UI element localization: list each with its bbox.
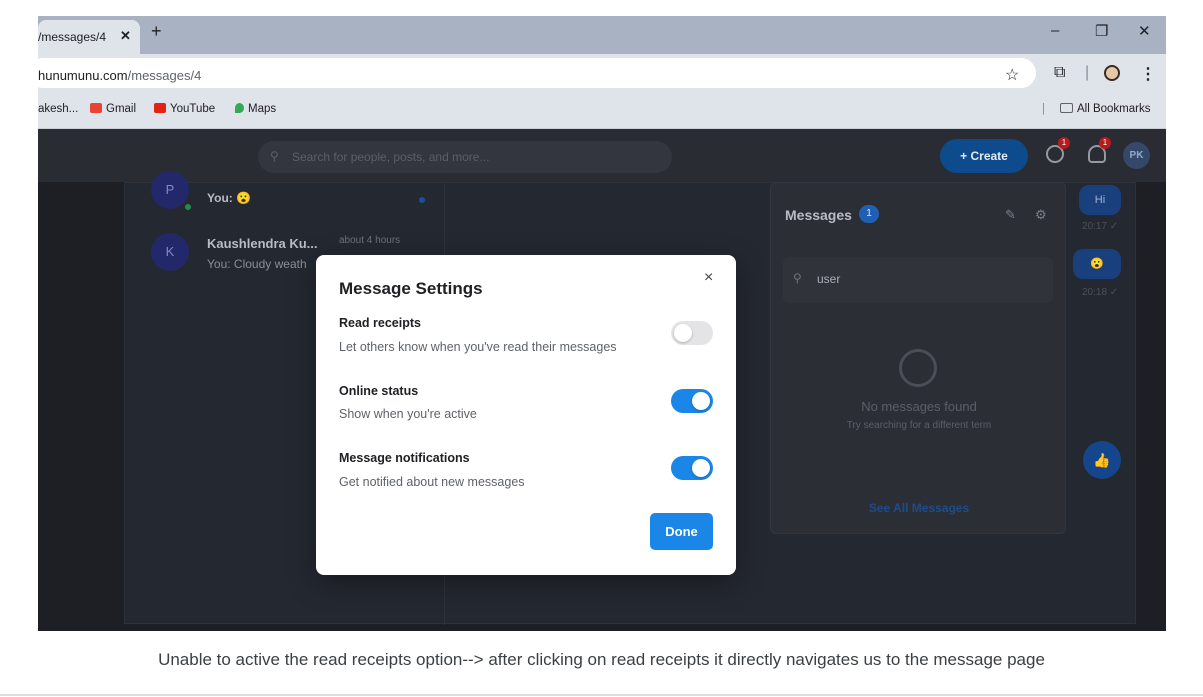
bookmark-label: Maps <box>248 103 277 115</box>
toggle-knob <box>674 324 692 342</box>
toolbar-divider: | <box>1085 64 1090 81</box>
online-status-toggle[interactable] <box>671 389 713 413</box>
search-icon: ⚲ <box>270 149 279 163</box>
dropdown-search-value: user <box>817 272 841 286</box>
message-notifications-toggle[interactable] <box>671 456 713 480</box>
screenshot-frame: /messages/4 ✕ + – ❐ ✕ hunumunu.com/messa… <box>38 16 1166 631</box>
online-indicator <box>183 202 193 212</box>
bookmark-star-icon[interactable]: ☆ <box>1005 65 1019 85</box>
restore-button[interactable]: ❐ <box>1095 22 1108 40</box>
create-button[interactable]: + Create <box>940 139 1028 173</box>
folder-icon <box>1060 103 1073 113</box>
avatar: K <box>151 233 189 271</box>
toggle-knob <box>692 459 710 477</box>
all-bookmarks[interactable]: All Bookmarks <box>1060 103 1151 115</box>
url-text[interactable]: hunumunu.com/messages/4 <box>38 68 201 83</box>
toggle-knob <box>692 392 710 410</box>
messages-dropdown: Messages 1 ✎ ⚙ ⚲ user No messages found … <box>770 182 1066 534</box>
empty-title: No messages found <box>861 399 977 414</box>
message-settings-modal: Message Settings × Read receipts Let oth… <box>316 255 736 575</box>
empty-subtitle: Try searching for a different term <box>846 420 992 431</box>
menu-icon[interactable]: ⋮ <box>1140 64 1156 84</box>
notifications-badge: 1 <box>1099 137 1111 149</box>
conversation-time: about 4 hours <box>339 235 401 246</box>
user-avatar[interactable]: PK <box>1123 142 1150 169</box>
read-receipts-description: Let others know when you've read their m… <box>339 340 617 354</box>
bookmark-gmail[interactable]: Gmail <box>90 103 136 115</box>
read-receipts-label: Read receipts <box>339 316 421 330</box>
dropdown-count-badge: 1 <box>859 205 879 223</box>
tab-title: /messages/4 <box>38 30 107 44</box>
url-host: hunumunu.com <box>38 68 128 83</box>
done-button[interactable]: Done <box>650 513 713 550</box>
online-status-label: Online status <box>339 384 419 398</box>
see-all-messages-link[interactable]: See All Messages <box>771 501 1067 515</box>
like-icon[interactable]: 👍 <box>1083 441 1121 479</box>
bookmark-label: YouTube <box>170 103 216 115</box>
chat-bubble: 😮 <box>1073 249 1121 279</box>
browser-tab-strip: /messages/4 ✕ + – ❐ ✕ <box>38 16 1166 54</box>
search-placeholder: Search for people, posts, and more... <box>292 150 490 164</box>
bookmark-label: Gmail <box>106 103 137 115</box>
chat-bubble: Hi <box>1079 185 1121 215</box>
messages-badge: 1 <box>1058 137 1070 149</box>
extensions-icon[interactable]: ⧉ <box>1054 64 1065 82</box>
conversation-preview: You: 😮 <box>207 191 252 205</box>
bookmark-item[interactable]: akesh... <box>38 103 78 115</box>
profile-avatar[interactable] <box>1104 65 1120 81</box>
dropdown-title: Messages <box>785 207 852 223</box>
browser-toolbar: hunumunu.com/messages/4 ☆ ⧉ | ⋮ <box>38 54 1166 92</box>
maps-icon <box>235 103 244 113</box>
gmail-icon <box>90 103 102 113</box>
message-notifications-label: Message notifications <box>339 451 470 465</box>
conversation-preview: You: Cloudy weath <box>207 257 307 271</box>
conversation-item[interactable]: P You: 😮 <box>151 171 441 223</box>
url-path: /messages/4 <box>127 68 202 83</box>
chat-time: 20:17 ✓ <box>1082 221 1119 232</box>
settings-gear-icon[interactable]: ⚙ <box>1035 207 1047 223</box>
close-window-button[interactable]: ✕ <box>1138 22 1151 40</box>
compose-icon[interactable]: ✎ <box>1005 207 1016 223</box>
all-bookmarks-label: All Bookmarks <box>1077 103 1151 115</box>
search-icon: ⚲ <box>793 271 802 285</box>
new-tab-button[interactable]: + <box>151 21 162 42</box>
close-icon[interactable]: × <box>704 269 713 287</box>
message-notifications-description: Get notified about new messages <box>339 475 525 489</box>
screenshot-caption: Unable to active the read receipts optio… <box>158 650 1045 669</box>
read-receipts-toggle[interactable] <box>671 321 713 345</box>
empty-chat-bubble-icon <box>899 349 937 387</box>
dropdown-search-input[interactable]: ⚲ user <box>783 257 1053 303</box>
unread-dot <box>419 197 425 203</box>
chat-time: 20:18 ✓ <box>1082 287 1119 298</box>
youtube-icon <box>154 103 166 113</box>
minimize-button[interactable]: – <box>1051 22 1059 39</box>
modal-title: Message Settings <box>339 279 483 298</box>
bookmark-youtube[interactable]: YouTube <box>154 103 215 115</box>
browser-tab[interactable]: /messages/4 ✕ <box>38 20 140 54</box>
tab-close-icon[interactable]: ✕ <box>120 21 131 51</box>
conversation-name: Kaushlendra Ku... <box>207 236 318 251</box>
divider <box>0 694 1203 696</box>
global-search-input[interactable]: ⚲ Search for people, posts, and more... <box>258 141 672 173</box>
bookmarks-bar: akesh... Gmail YouTube Maps | All Bookma… <box>38 92 1166 129</box>
online-status-description: Show when you're active <box>339 407 477 421</box>
bookmark-maps[interactable]: Maps <box>235 103 276 115</box>
bookmarks-divider: | <box>1042 103 1045 115</box>
